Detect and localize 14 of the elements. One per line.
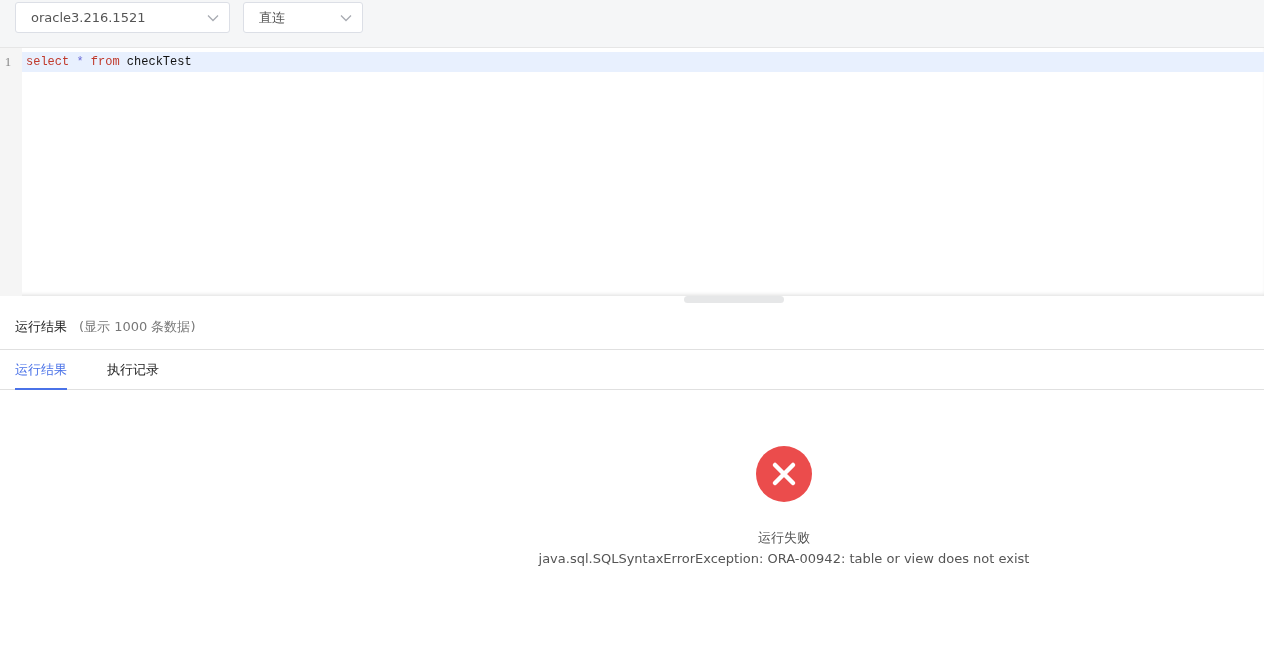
result-tab[interactable]: 运行结果 bbox=[15, 350, 67, 390]
error-icon bbox=[756, 446, 812, 502]
error-message: java.sql.SQLSyntaxErrorException: ORA-00942: table or view does not exist bbox=[538, 550, 1030, 568]
code-editor[interactable]: 1 select * from checkTest bbox=[0, 48, 1264, 296]
result-tab[interactable]: 执行记录 bbox=[107, 350, 159, 390]
status-title: 运行失败 bbox=[758, 529, 810, 547]
row-count-note: (显示 1000 条数据) bbox=[79, 317, 196, 336]
chevron-down-icon bbox=[340, 13, 352, 22]
line-number: 1 bbox=[3, 53, 13, 71]
panel-title: 运行结果 bbox=[15, 317, 67, 336]
chevron-down-icon bbox=[207, 13, 219, 22]
dropdown-select[interactable]: oracle3.216.1521 bbox=[15, 2, 230, 33]
resize-handle[interactable] bbox=[684, 296, 784, 303]
dropdown-select[interactable]: 直连 bbox=[243, 2, 363, 33]
